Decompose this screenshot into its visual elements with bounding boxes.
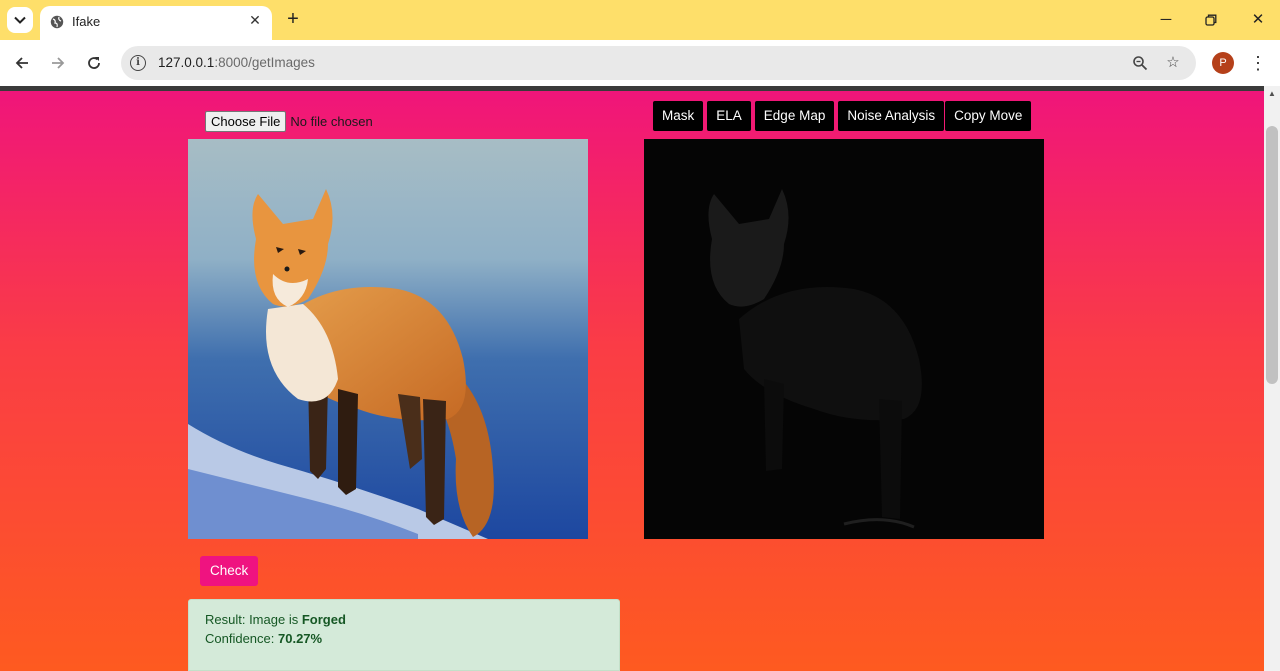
scroll-thumb[interactable] — [1266, 126, 1278, 384]
window-close-icon[interactable]: ✕ — [1243, 8, 1273, 32]
reload-icon[interactable] — [82, 51, 106, 75]
confidence-value: 70.27% — [278, 631, 323, 646]
url-text[interactable]: 127.0.0.1:8000/getImages — [158, 55, 315, 70]
result-panel: Result: Image is Forged Confidence: 70.2… — [188, 599, 620, 671]
back-arrow-icon[interactable] — [10, 51, 34, 75]
result-verdict: Forged — [301, 612, 346, 627]
analysis-result-image — [644, 139, 1044, 539]
browser-toolbar: i 127.0.0.1:8000/getImages ☆ P ⋮ — [0, 40, 1280, 86]
copy-move-button[interactable]: Copy Move — [945, 101, 1032, 131]
check-button[interactable]: Check — [200, 556, 259, 586]
analysis-tools: Mask ELA Edge Map Noise Analysis Copy Mo… — [653, 101, 1035, 131]
forward-arrow-icon[interactable] — [46, 51, 70, 75]
more-icon[interactable]: ⋮ — [1248, 51, 1268, 75]
star-icon[interactable]: ☆ — [1162, 52, 1184, 74]
confidence-line: Confidence: 70.27% — [205, 631, 323, 646]
ela-button[interactable]: ELA — [707, 101, 751, 131]
browser-tab-bar: Ifake ✕ + ─ ✕ — [0, 0, 1280, 40]
browser-tab[interactable]: Ifake ✕ — [40, 6, 272, 40]
info-icon[interactable]: i — [130, 55, 146, 71]
globe-icon — [50, 15, 64, 29]
restore-icon[interactable] — [1196, 8, 1226, 32]
edge-map-button[interactable]: Edge Map — [754, 101, 835, 131]
close-icon[interactable]: ✕ — [246, 11, 264, 29]
tab-title: Ifake — [72, 14, 101, 29]
address-bar[interactable]: i 127.0.0.1:8000/getImages ☆ — [121, 46, 1196, 80]
page-content: Choose File No file chosen Mask ELA Edge… — [0, 91, 1264, 671]
scrollbar[interactable]: ▲ — [1264, 86, 1280, 671]
file-input[interactable]: Choose File No file chosen — [205, 111, 373, 132]
mask-button[interactable]: Mask — [653, 101, 704, 131]
file-status: No file chosen — [290, 114, 373, 129]
zoom-icon[interactable] — [1129, 52, 1151, 74]
tab-search-icon[interactable] — [7, 7, 33, 33]
avatar[interactable]: P — [1212, 52, 1234, 74]
uploaded-image — [188, 139, 588, 539]
scroll-up-icon[interactable]: ▲ — [1264, 86, 1280, 102]
minimize-icon[interactable]: ─ — [1151, 8, 1181, 32]
result-line: Result: Image is Forged — [205, 612, 346, 627]
choose-file-button[interactable]: Choose File — [205, 111, 287, 132]
plus-icon[interactable]: + — [281, 8, 305, 32]
noise-analysis-button[interactable]: Noise Analysis — [838, 101, 945, 131]
